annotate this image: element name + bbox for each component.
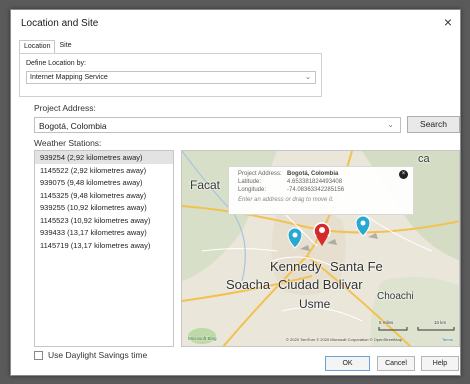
tab-strip: Location Site bbox=[19, 40, 76, 54]
help-button[interactable]: Help bbox=[421, 356, 459, 371]
station-item[interactable]: 939254 (2,92 kilometres away) bbox=[35, 151, 173, 164]
station-item[interactable]: 939433 (13,17 kilometres away) bbox=[35, 226, 173, 239]
station-item[interactable]: 1145719 (13,17 kilometres away) bbox=[35, 239, 173, 252]
weather-stations-list[interactable]: 939254 (2,92 kilometres away) 1145522 (2… bbox=[34, 150, 174, 347]
map-label-usme: Usme bbox=[299, 297, 331, 311]
project-address-value: Bogotá, Colombia bbox=[39, 121, 107, 131]
callout-lat-value: 4.653381824493408 bbox=[287, 179, 343, 185]
location-callout: Project Address: Bogotá, Colombia Latitud… bbox=[228, 166, 414, 215]
bing-logo: Microsoft Bing bbox=[188, 336, 217, 341]
tab-location[interactable]: Location bbox=[19, 40, 56, 54]
map-attribution: © 2020 TomTom © 2020 Microsoft Corporati… bbox=[286, 337, 402, 342]
chevron-down-icon: ⌄ bbox=[305, 74, 311, 81]
scale-miles: 5 miles bbox=[379, 320, 394, 325]
callout-hint: Enter an address or drag to move it. bbox=[238, 197, 334, 203]
ok-button[interactable]: OK bbox=[325, 356, 370, 371]
callout-lat-key: Latitude: bbox=[238, 179, 262, 185]
station-item[interactable]: 1145325 (9,48 kilometres away) bbox=[35, 189, 173, 202]
dialog-title: Location and Site bbox=[21, 18, 99, 29]
location-and-site-dialog: Location and Site × Location Site Define… bbox=[10, 9, 461, 376]
weather-stations-label: Weather Stations: bbox=[34, 138, 102, 148]
map-label-choachi: Choachi bbox=[377, 291, 414, 302]
close-icon[interactable]: × bbox=[444, 15, 452, 29]
callout-address-value: Bogotá, Colombia bbox=[287, 171, 339, 177]
cancel-button[interactable]: Cancel bbox=[377, 356, 415, 371]
map-label-soacha: Soacha bbox=[226, 277, 271, 292]
define-location-select[interactable]: Internet Mapping Service ⌄ bbox=[26, 71, 316, 84]
daylight-savings-label: Use Daylight Savings time bbox=[48, 350, 148, 360]
search-button[interactable]: Search bbox=[407, 116, 460, 133]
map-label-ca: ca bbox=[418, 153, 430, 165]
map-label-ciudad-bolivar: Ciudad Bolivar bbox=[278, 277, 363, 292]
title-bar: Location and Site × bbox=[11, 10, 460, 36]
station-item[interactable]: 1145523 (10,92 kilometres away) bbox=[35, 214, 173, 227]
station-item[interactable]: 939075 (9,48 kilometres away) bbox=[35, 176, 173, 189]
station-item[interactable]: 939255 (10,92 kilometres away) bbox=[35, 201, 173, 214]
map-view[interactable]: Facat ca Kennedy Santa Fe Soacha Ciudad … bbox=[181, 150, 460, 347]
map-label-facat: Facat bbox=[190, 178, 221, 192]
project-address-input[interactable]: Bogotá, Colombia ⌄ bbox=[34, 117, 401, 133]
define-location-value: Internet Mapping Service bbox=[30, 74, 108, 81]
define-location-label: Define Location by: bbox=[26, 60, 86, 67]
callout-lon-value: -74.08363342285156 bbox=[287, 187, 345, 193]
scale-km: 10 km bbox=[434, 320, 447, 325]
callout-address-key: Project Address: bbox=[238, 171, 282, 177]
chevron-down-icon[interactable]: ⌄ bbox=[387, 120, 394, 129]
callout-lon-key: Longitude: bbox=[238, 187, 267, 193]
project-address-label: Project Address: bbox=[34, 103, 96, 113]
daylight-savings-checkbox[interactable] bbox=[34, 351, 43, 360]
map-label-kennedy: Kennedy bbox=[270, 259, 322, 274]
tab-site[interactable]: Site bbox=[55, 40, 76, 54]
map-label-santa-fe: Santa Fe bbox=[330, 259, 383, 274]
define-location-panel: Define Location by: Internet Mapping Ser… bbox=[19, 53, 322, 97]
station-item[interactable]: 1145522 (2,92 kilometres away) bbox=[35, 164, 173, 177]
terms-link[interactable]: Terms bbox=[442, 337, 453, 342]
close-icon[interactable]: × bbox=[399, 170, 408, 179]
